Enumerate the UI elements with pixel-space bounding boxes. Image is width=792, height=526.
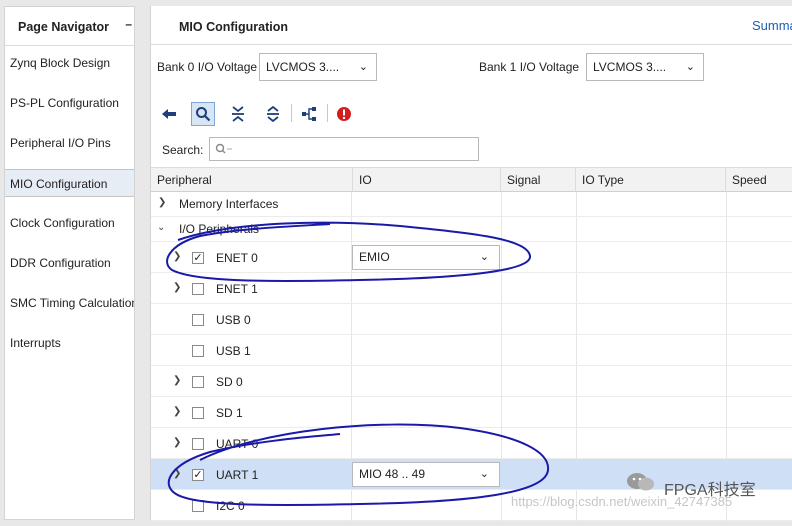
peripheral-label: ENET 1 bbox=[216, 282, 258, 296]
column-header-io-type[interactable]: IO Type bbox=[576, 167, 726, 192]
nav-item-smc-timing-calculation[interactable]: SMC Timing Calculation bbox=[5, 289, 134, 317]
bank0-voltage-select[interactable]: LVCMOS 3.... ⌄ bbox=[259, 53, 377, 81]
summary-link[interactable]: Summary bbox=[752, 18, 792, 33]
column-header-peripheral[interactable]: Peripheral bbox=[151, 167, 353, 192]
chevron-down-icon: ⌄ bbox=[685, 61, 695, 73]
nav-item-zynq-block-design[interactable]: Zynq Block Design bbox=[5, 49, 134, 77]
peripheral-row-enet1[interactable]: ❯ ENET 1 bbox=[151, 273, 792, 304]
column-header-signal[interactable]: Signal bbox=[501, 167, 576, 192]
search-icon bbox=[215, 143, 232, 154]
column-header-io[interactable]: IO bbox=[353, 167, 501, 192]
search-icon[interactable] bbox=[191, 102, 215, 126]
io-value: EMIO bbox=[359, 250, 390, 264]
chevron-right-icon[interactable]: ❯ bbox=[158, 197, 166, 208]
peripheral-label: UART 0 bbox=[216, 437, 259, 451]
peripheral-label: I2C 0 bbox=[216, 499, 245, 513]
enable-checkbox[interactable]: ✓ bbox=[192, 469, 204, 481]
page-navigator-header: Page Navigator – bbox=[5, 7, 134, 46]
enable-checkbox[interactable]: ✓ bbox=[192, 252, 204, 264]
wechat-logo-icon bbox=[627, 473, 654, 491]
group-row-io-peripherals[interactable]: ⌄ I/O Peripherals bbox=[151, 217, 792, 242]
bank1-voltage-value: LVCMOS 3.... bbox=[593, 60, 667, 74]
watermark-url: https://blog.csdn.net/weixin_42747385 bbox=[511, 494, 733, 509]
toolbar bbox=[151, 100, 792, 130]
group-label: I/O Peripherals bbox=[179, 222, 260, 236]
peripheral-label: USB 1 bbox=[216, 344, 251, 358]
back-arrow-icon[interactable] bbox=[157, 102, 181, 126]
peripheral-row-usb1[interactable]: USB 1 bbox=[151, 335, 792, 366]
nav-item-ps-pl-configuration[interactable]: PS-PL Configuration bbox=[5, 89, 134, 117]
peripheral-row-uart0[interactable]: ❯ UART 0 bbox=[151, 428, 792, 459]
search-input[interactable] bbox=[209, 137, 479, 161]
bank1-voltage-select[interactable]: LVCMOS 3.... ⌄ bbox=[586, 53, 704, 81]
enable-checkbox[interactable] bbox=[192, 438, 204, 450]
peripheral-label: SD 1 bbox=[216, 406, 243, 420]
peripheral-row-sd1[interactable]: ❯ SD 1 bbox=[151, 397, 792, 428]
page-navigator-panel: Page Navigator – Zynq Block Design PS-PL… bbox=[4, 6, 135, 520]
chevron-right-icon[interactable]: ❯ bbox=[173, 437, 181, 448]
search-label: Search: bbox=[162, 143, 204, 157]
io-select[interactable]: MIO 48 .. 49 ⌄ bbox=[352, 462, 500, 487]
page-navigator-title: Page Navigator bbox=[18, 20, 110, 34]
nav-item-clock-configuration[interactable]: Clock Configuration bbox=[5, 209, 134, 237]
chevron-down-icon: ⌄ bbox=[479, 468, 489, 480]
bank0-voltage-value: LVCMOS 3.... bbox=[266, 60, 340, 74]
enable-checkbox[interactable] bbox=[192, 283, 204, 295]
peripheral-label: ENET 0 bbox=[216, 251, 258, 265]
peripheral-row-usb0[interactable]: USB 0 bbox=[151, 304, 792, 335]
peripheral-row-sd0[interactable]: ❯ SD 0 bbox=[151, 366, 792, 397]
bank0-voltage-label: Bank 0 I/O Voltage bbox=[157, 60, 258, 74]
bank1-voltage-label: Bank 1 I/O Voltage bbox=[479, 60, 580, 74]
chevron-down-icon: ⌄ bbox=[479, 251, 489, 263]
nav-item-ddr-configuration[interactable]: DDR Configuration bbox=[5, 249, 134, 277]
group-row-memory-interfaces[interactable]: ❯ Memory Interfaces bbox=[151, 192, 792, 217]
io-value: MIO 48 .. 49 bbox=[359, 467, 426, 481]
chevron-right-icon[interactable]: ❯ bbox=[173, 468, 181, 479]
toolbar-divider bbox=[291, 104, 292, 122]
chevron-right-icon[interactable]: ❯ bbox=[173, 375, 181, 386]
nav-item-mio-configuration[interactable]: MIO Configuration bbox=[5, 169, 134, 197]
enable-checkbox[interactable] bbox=[192, 314, 204, 326]
enable-checkbox[interactable] bbox=[192, 407, 204, 419]
io-select[interactable]: EMIO ⌄ bbox=[352, 245, 500, 270]
collapse-all-icon[interactable] bbox=[226, 102, 250, 126]
error-icon[interactable] bbox=[332, 102, 356, 126]
expand-all-icon[interactable] bbox=[261, 102, 285, 126]
toolbar-divider bbox=[327, 104, 328, 122]
peripheral-label: USB 0 bbox=[216, 313, 251, 327]
group-label: Memory Interfaces bbox=[179, 197, 279, 211]
peripheral-label: SD 0 bbox=[216, 375, 243, 389]
chevron-right-icon[interactable]: ❯ bbox=[173, 251, 181, 262]
chevron-right-icon[interactable]: ❯ bbox=[173, 282, 181, 293]
chevron-down-icon[interactable]: ⌄ bbox=[157, 222, 165, 233]
nav-item-peripheral-io-pins[interactable]: Peripheral I/O Pins bbox=[5, 129, 134, 157]
mio-configuration-panel: MIO Configuration Summary Bank 0 I/O Vol… bbox=[150, 6, 792, 526]
peripheral-label: UART 1 bbox=[216, 468, 259, 482]
hierarchy-icon[interactable] bbox=[297, 102, 321, 126]
minimize-button[interactable]: – bbox=[125, 17, 132, 31]
peripheral-row-enet0[interactable]: ❯ ✓ ENET 0 EMIO ⌄ bbox=[151, 242, 792, 273]
enable-checkbox[interactable] bbox=[192, 345, 204, 357]
nav-item-interrupts[interactable]: Interrupts bbox=[5, 329, 134, 357]
page-title: MIO Configuration bbox=[179, 20, 289, 34]
chevron-right-icon[interactable]: ❯ bbox=[173, 406, 181, 417]
chevron-down-icon: ⌄ bbox=[358, 61, 368, 73]
main-header: MIO Configuration Summary bbox=[151, 6, 792, 45]
column-header-speed[interactable]: Speed bbox=[726, 167, 792, 192]
enable-checkbox[interactable] bbox=[192, 500, 204, 512]
enable-checkbox[interactable] bbox=[192, 376, 204, 388]
